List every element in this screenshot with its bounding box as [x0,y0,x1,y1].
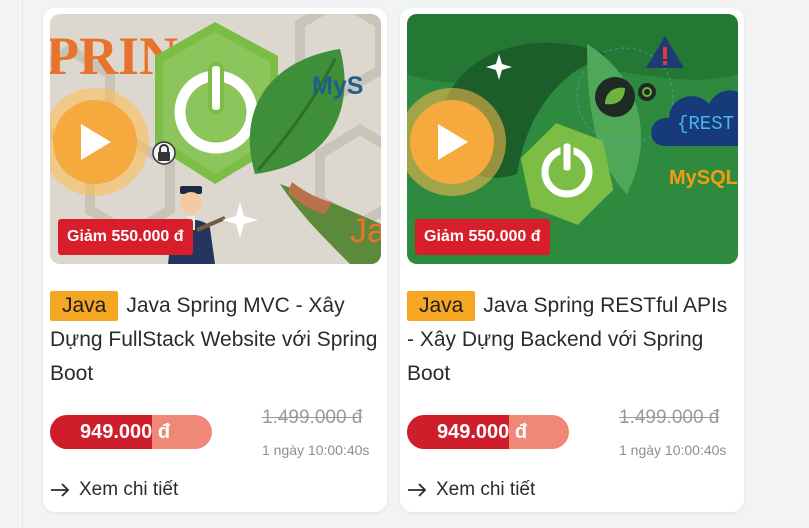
view-detail-link[interactable]: Xem chi tiết [407,479,535,501]
countdown-timer: 1 ngày 10:00:40s [262,442,370,458]
thumb-lang-text: Jav [350,212,381,250]
course-thumbnail[interactable]: {REST A MySQL Giảm 550.000 đ [407,14,738,264]
course-title[interactable]: Java Java Spring RESTful APIs - Xây Dựng … [407,289,739,391]
view-detail-label: Xem chi tiết [436,479,536,500]
course-card-spring-restful[interactable]: {REST A MySQL Giảm 550.000 đ JavaJava Sp… [400,8,744,512]
category-tag: Java [407,291,476,321]
discount-badge: Giảm 550.000 đ [58,219,193,255]
original-price: 1.499.000 đ [619,407,720,428]
discount-badge: Giảm 550.000 đ [415,219,550,255]
current-price: 949.000 đ [437,421,528,443]
play-icon [438,124,468,160]
lock-icon [152,141,176,165]
arrow-right-icon [51,483,70,497]
price-button[interactable]: 949.000 đ [407,415,569,449]
original-price: 1.499.000 đ [262,407,363,428]
view-detail-link[interactable]: Xem chi tiết [50,479,178,501]
divider [22,0,23,528]
price-button[interactable]: 949.000 đ [50,415,212,449]
course-thumbnail[interactable]: PRING MyS Jav [50,14,381,264]
course-card-spring-mvc[interactable]: PRING MyS Jav [43,8,387,512]
countdown-timer: 1 ngày 10:00:40s [619,442,727,458]
play-icon [81,124,111,160]
current-price: 949.000 đ [80,421,171,443]
category-tag: Java [50,291,119,321]
thumb-db-text: MySQL [669,167,738,189]
thumb-db-text: MyS [312,72,363,100]
leaf-icon [595,77,635,117]
course-title[interactable]: Java Java Spring MVC - Xây Dựng FullStack… [50,289,382,391]
arrow-right-icon [408,483,427,497]
page: PRING MyS Jav [0,0,809,528]
thumb-api-text: {REST A [677,113,738,135]
view-detail-label: Xem chi tiết [79,479,179,500]
